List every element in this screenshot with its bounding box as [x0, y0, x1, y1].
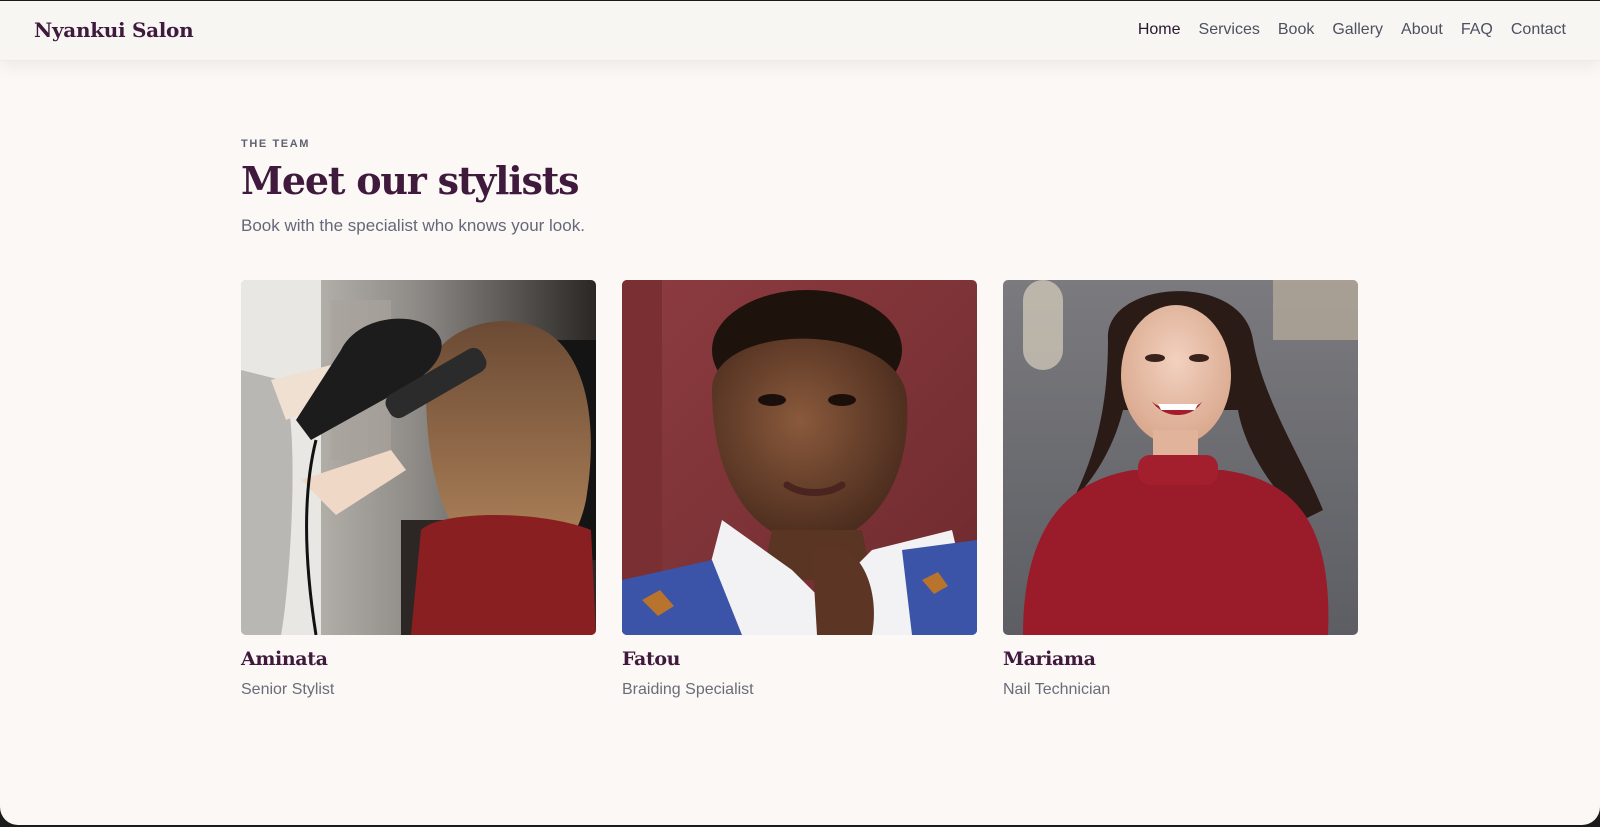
- stylist-card-mariama[interactable]: Mariama Nail Technician: [1003, 280, 1358, 699]
- stylist-role: Braiding Specialist: [622, 681, 754, 698]
- stylist-name: Aminata: [241, 648, 328, 670]
- nav-contact[interactable]: Contact: [1511, 21, 1566, 39]
- main-nav: Home Services Book Gallery About FAQ Con…: [1138, 21, 1566, 39]
- team-section: THE TEAM Meet our stylists Book with the…: [241, 138, 1361, 236]
- stylist-role: Senior Stylist: [241, 681, 335, 698]
- stylist-name: Mariama: [1003, 648, 1096, 670]
- portrait-photo-illustration: [1003, 280, 1358, 635]
- portrait-photo-illustration: [622, 280, 977, 635]
- blow-dry-photo-illustration: [241, 280, 596, 635]
- stylist-card-aminata[interactable]: Aminata Senior Stylist: [241, 280, 596, 699]
- section-eyebrow: THE TEAM: [241, 138, 311, 150]
- stylist-photo-mariama: [1003, 280, 1358, 635]
- nav-home[interactable]: Home: [1138, 21, 1181, 39]
- stylist-role: Nail Technician: [1003, 681, 1111, 698]
- site-header: Nyankui Salon Home Services Book Gallery…: [0, 1, 1600, 61]
- page-frame: Nyankui Salon Home Services Book Gallery…: [0, 1, 1600, 825]
- section-subtitle: Book with the specialist who knows your …: [241, 215, 585, 235]
- section-title: Meet our stylists: [241, 158, 579, 203]
- stylist-card-fatou[interactable]: Fatou Braiding Specialist: [622, 280, 977, 699]
- stylist-cards: Aminata Senior Stylist Fatou Braiding Sp…: [241, 280, 1358, 699]
- brand-logo[interactable]: Nyankui Salon: [34, 18, 194, 42]
- nav-services[interactable]: Services: [1199, 21, 1260, 39]
- nav-about[interactable]: About: [1401, 21, 1443, 39]
- stylist-photo-fatou: [622, 280, 977, 635]
- stylist-name: Fatou: [622, 648, 681, 670]
- stylist-photo-aminata: [241, 280, 596, 635]
- nav-book[interactable]: Book: [1278, 21, 1314, 39]
- nav-gallery[interactable]: Gallery: [1332, 21, 1383, 39]
- nav-faq[interactable]: FAQ: [1461, 21, 1493, 39]
